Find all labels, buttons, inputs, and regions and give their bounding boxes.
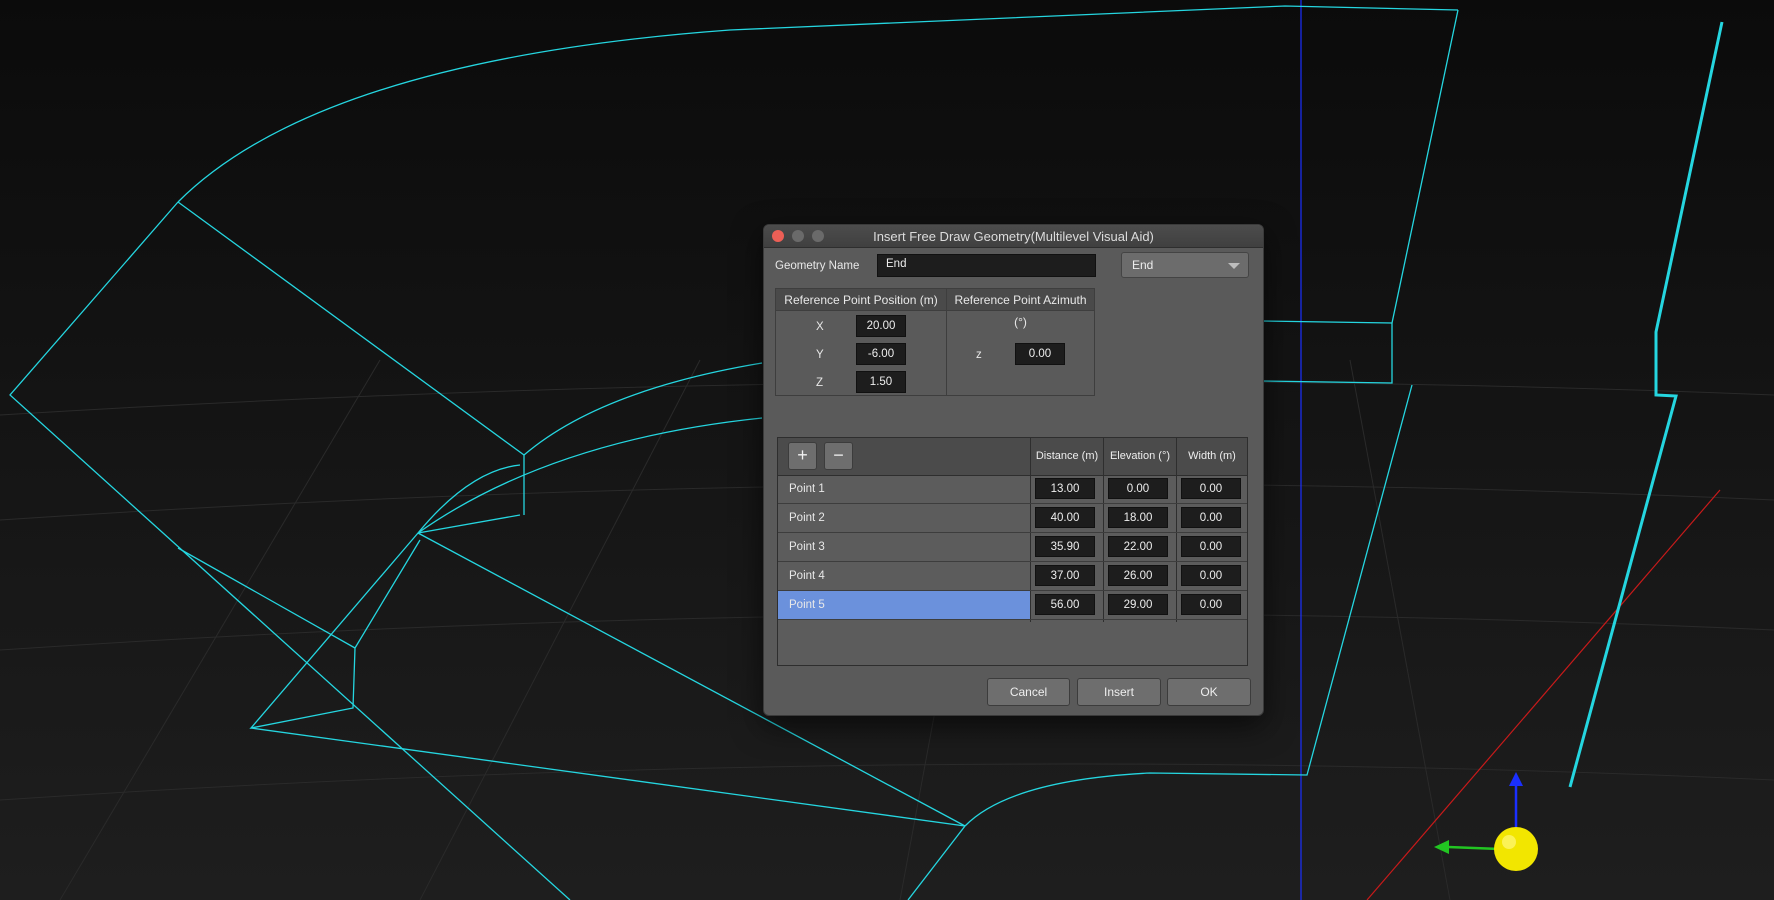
width-input[interactable]: 0.00 [1181, 507, 1241, 528]
x-axis-line [1366, 489, 1721, 900]
table-row[interactable]: Point 4 37.00 26.00 0.00 [778, 562, 1247, 591]
table-row[interactable]: Point 2 40.00 18.00 0.00 [778, 504, 1247, 533]
table-row[interactable]: Point 3 35.90 22.00 0.00 [778, 533, 1247, 562]
ref-position-header: Reference Point Position (m) [776, 289, 946, 311]
elevation-input[interactable]: 26.00 [1108, 565, 1168, 586]
distance-input[interactable]: 37.00 [1035, 565, 1095, 586]
col-distance-header: Distance (m) [1035, 450, 1099, 462]
ref-azimuth-z-input[interactable]: 0.00 [1015, 343, 1065, 365]
ref-azimuth-header: Reference Point Azimuth (°) [947, 289, 1094, 329]
distance-input[interactable]: 56.00 [1035, 594, 1095, 615]
cancel-button[interactable]: Cancel [987, 678, 1070, 706]
elevation-input[interactable]: 0.00 [1108, 478, 1168, 499]
ref-x-label: X [816, 321, 824, 333]
remove-point-button[interactable]: − [824, 442, 853, 470]
ref-divider [946, 289, 947, 395]
point-name: Point 4 [789, 570, 825, 582]
width-input[interactable]: 0.00 [1181, 594, 1241, 615]
table-row[interactable]: Point 1 13.00 0.00 0.00 [778, 475, 1247, 504]
ref-z-label: Z [816, 377, 824, 389]
reference-point-panel: Reference Point Position (m) Reference P… [775, 288, 1095, 396]
ref-z-input[interactable]: 1.50 [856, 371, 906, 393]
points-table: + − Distance (m) Elevation (°) Width (m)… [777, 437, 1248, 666]
col-width-header: Width (m) [1188, 450, 1236, 462]
ref-y-label: Y [816, 349, 824, 361]
add-point-button[interactable]: + [788, 442, 817, 470]
width-input[interactable]: 0.00 [1181, 565, 1241, 586]
geometry-type-value: End [1132, 258, 1154, 272]
geometry-type-select[interactable]: End [1121, 252, 1249, 278]
insert-geometry-dialog: Insert Free Draw Geometry(Multilevel Vis… [763, 224, 1264, 716]
geometry-name-input[interactable]: End [877, 254, 1096, 277]
table-row-selected[interactable]: Point 5 56.00 29.00 0.00 [778, 591, 1247, 620]
point-name: Point 1 [789, 483, 825, 495]
dialog-title: Insert Free Draw Geometry(Multilevel Vis… [873, 229, 1154, 244]
ref-x-input[interactable]: 20.00 [856, 315, 906, 337]
distance-input[interactable]: 35.90 [1035, 536, 1095, 557]
geometry-name-label: Geometry Name [775, 260, 860, 272]
ok-button[interactable]: OK [1167, 678, 1251, 706]
wireframe-edge-right [1568, 21, 1724, 788]
transform-gizmo[interactable] [1434, 772, 1538, 871]
ref-azimuth-z-label: z [976, 349, 982, 361]
pivot-sphere[interactable] [1494, 827, 1538, 871]
elevation-input[interactable]: 29.00 [1108, 594, 1168, 615]
insert-button[interactable]: Insert [1077, 678, 1161, 706]
distance-input[interactable]: 40.00 [1035, 507, 1095, 528]
point-name: Point 3 [789, 541, 825, 553]
distance-input[interactable]: 13.00 [1035, 478, 1095, 499]
elevation-input[interactable]: 22.00 [1108, 536, 1168, 557]
elevation-input[interactable]: 18.00 [1108, 507, 1168, 528]
point-name: Point 2 [789, 512, 825, 524]
width-input[interactable]: 0.00 [1181, 536, 1241, 557]
col-elevation-header: Elevation (°) [1109, 450, 1171, 462]
dialog-titlebar[interactable]: Insert Free Draw Geometry(Multilevel Vis… [764, 225, 1263, 248]
chevron-down-icon [1228, 263, 1240, 269]
point-name: Point 5 [789, 599, 825, 611]
ref-y-input[interactable]: -6.00 [856, 343, 906, 365]
width-input[interactable]: 0.00 [1181, 478, 1241, 499]
